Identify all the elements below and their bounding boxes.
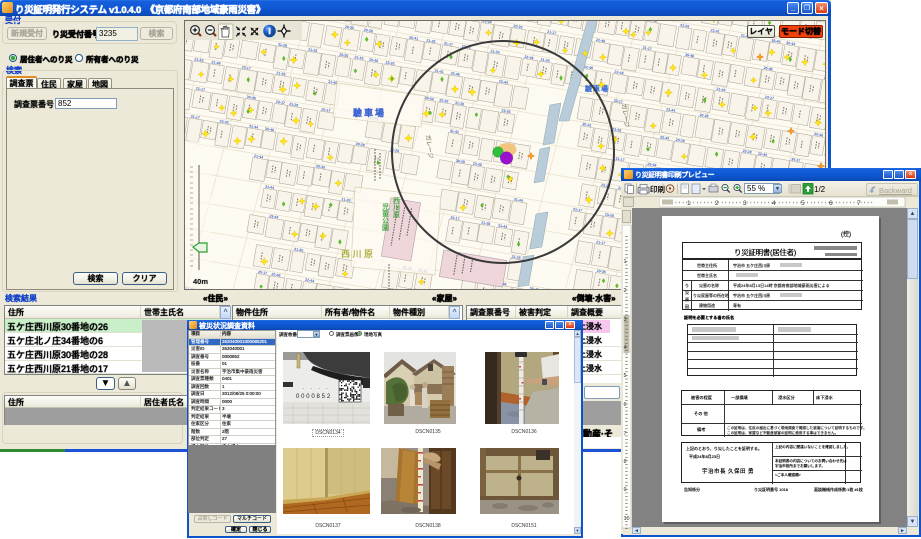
svg-text:2: 2 (624, 288, 627, 294)
svg-text:6: 6 (829, 200, 833, 207)
svg-text:30-41: 30-41 (529, 287, 539, 290)
svg-text:1: 1 (687, 200, 691, 207)
svg-text:驗車場: 驗車場 (353, 107, 386, 118)
svg-text:7: 7 (857, 200, 861, 207)
svg-text:10: 10 (624, 516, 630, 522)
svg-text:0000852: 0000852 (296, 394, 332, 400)
svg-text:5: 5 (801, 200, 805, 207)
svg-text:西川原: 西川原 (341, 249, 376, 259)
svg-text:児童公園: 児童公園 (382, 202, 390, 232)
svg-text:. . . .: . . . . (303, 385, 330, 391)
svg-text:40m: 40m (193, 277, 208, 286)
svg-text:1: 1 (624, 259, 627, 265)
svg-text:2: 2 (715, 200, 719, 207)
svg-text:22-41: 22-41 (546, 289, 556, 290)
svg-text:4: 4 (624, 345, 627, 351)
svg-text:3: 3 (743, 200, 747, 207)
svg-text:4: 4 (772, 200, 776, 207)
svg-text:西川原: 西川原 (393, 197, 401, 218)
svg-text:9: 9 (624, 487, 627, 493)
svg-text:5: 5 (624, 373, 627, 379)
